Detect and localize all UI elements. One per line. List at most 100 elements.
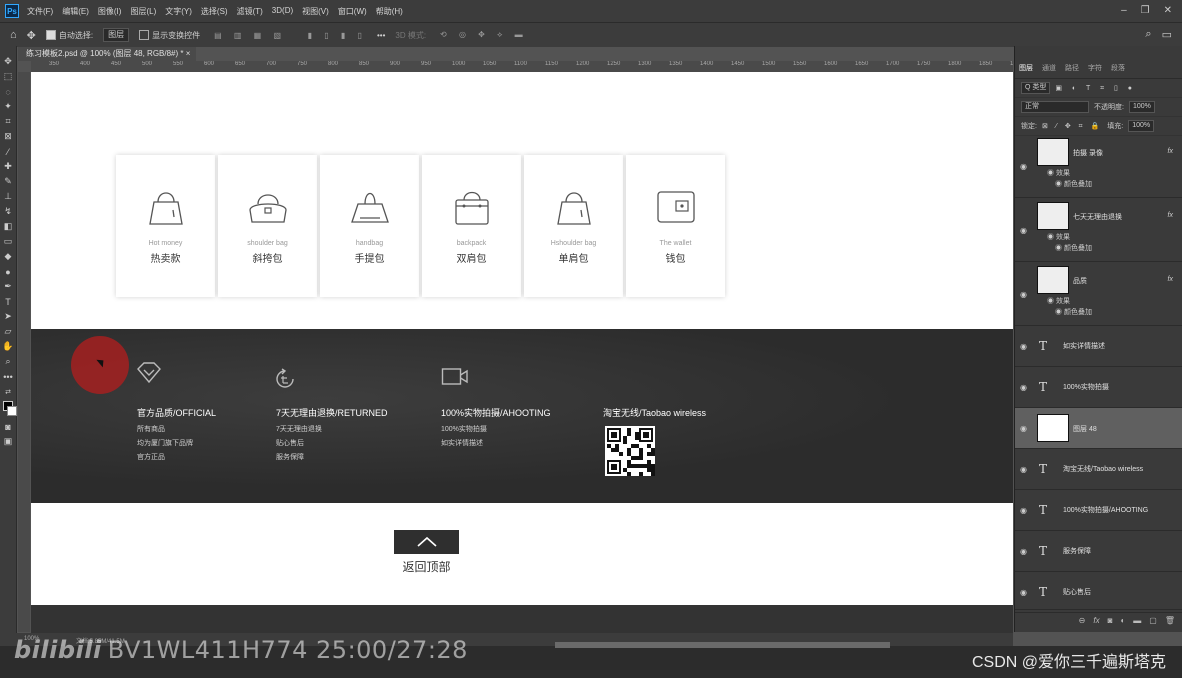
menu-item[interactable]: 3D(D)	[272, 6, 293, 17]
stamp-tool-icon[interactable]: ⊥	[0, 189, 16, 204]
frame-tool-icon[interactable]: ⊠	[0, 129, 16, 144]
visibility-eye-icon[interactable]: ◉	[1020, 424, 1027, 433]
visibility-eye-icon[interactable]: ◉	[1020, 342, 1027, 351]
layer-filter-dropdown[interactable]: Q 类型	[1021, 82, 1051, 94]
category-card[interactable]: shoulder bag 斜挎包	[218, 155, 317, 297]
quick-mask-icon[interactable]: ◙	[0, 419, 16, 434]
text-layer-row[interactable]: ◉ T 100%实物拍摄	[1015, 367, 1182, 408]
menu-item[interactable]: 窗口(W)	[338, 6, 367, 17]
effects-sublayer[interactable]: ◉ 效果	[1015, 168, 1182, 179]
pen-tool-icon[interactable]: ✒	[0, 279, 16, 294]
layer-name[interactable]: 100%实物拍摄	[1063, 382, 1109, 392]
magic-wand-icon[interactable]: ✦	[0, 99, 16, 114]
text-layer-row[interactable]: ◉ T 如实详情描述	[1015, 326, 1182, 367]
delete-layer-icon[interactable]: 🗑	[1165, 616, 1175, 625]
panel-tab[interactable]: 通道	[1042, 63, 1056, 73]
category-card[interactable]: Hshoulder bag 单肩包	[524, 155, 623, 297]
eyedropper-icon[interactable]: ⁄	[0, 144, 16, 159]
layer-name[interactable]: 贴心售后	[1063, 587, 1091, 597]
move-tool-icon[interactable]: ✥	[0, 54, 16, 69]
layer-name[interactable]: 100%实物拍摄/AHOOTING	[1063, 505, 1148, 515]
new-layer-icon[interactable]: ▢	[1149, 616, 1157, 625]
layer-name[interactable]: 拍摄 录像	[1073, 148, 1103, 158]
more-tools-icon[interactable]: •••	[0, 369, 16, 384]
visibility-eye-icon[interactable]: ◉	[1020, 465, 1027, 474]
search-icon[interactable]: ⌕	[1145, 28, 1151, 41]
close-icon[interactable]: ✕	[1164, 5, 1172, 16]
tab-close-icon[interactable]: ×	[186, 49, 191, 58]
workspace-icon[interactable]: ▭	[1162, 28, 1172, 41]
more-options-icon[interactable]: •••	[377, 31, 385, 40]
image-layer-row[interactable]: ◉ 品质 fx ◉ 效果 ◉ 颜色叠加	[1015, 262, 1182, 326]
move-tool-icon[interactable]: ✥	[27, 29, 36, 42]
effects-sublayer[interactable]: ◉ 效果	[1015, 232, 1182, 243]
blend-mode-dropdown[interactable]: 正常	[1021, 101, 1089, 113]
menu-item[interactable]: 编辑(E)	[62, 6, 89, 17]
shape-tool-icon[interactable]: ▱	[0, 324, 16, 339]
image-layer-row[interactable]: ◉ 图层 48	[1015, 408, 1182, 449]
layer-name[interactable]: 七天无理由退换	[1073, 212, 1122, 222]
minimize-icon[interactable]: –	[1121, 5, 1127, 16]
screen-mode-icon[interactable]: ▣	[0, 434, 16, 449]
menu-item[interactable]: 视图(V)	[302, 6, 329, 17]
visibility-eye-icon[interactable]: ◉	[1020, 588, 1027, 597]
opacity-input[interactable]: 100%	[1128, 101, 1155, 113]
category-card[interactable]: handbag 手提包	[320, 155, 419, 297]
background-color[interactable]	[7, 406, 17, 416]
fill-input[interactable]: 100%	[1128, 120, 1155, 132]
layer-name[interactable]: 图层 48	[1073, 424, 1097, 434]
layer-fx-indicator[interactable]: fx	[1168, 276, 1173, 283]
restore-icon[interactable]: ❐	[1141, 5, 1150, 16]
menu-item[interactable]: 选择(S)	[201, 6, 228, 17]
panel-tab[interactable]: 字符	[1088, 63, 1102, 73]
image-layer-row[interactable]: ◉ 七天无理由退换 fx ◉ 效果 ◉ 颜色叠加	[1015, 198, 1182, 262]
default-colors-icon[interactable]: ⇄	[0, 384, 16, 399]
category-card[interactable]: backpack 双肩包	[422, 155, 521, 297]
effects-sublayer[interactable]: ◉ 效果	[1015, 296, 1182, 307]
text-layer-row[interactable]: ◉ T 100%实物拍摄/AHOOTING	[1015, 490, 1182, 531]
show-transform-checkbox[interactable]: 显示变换控件	[139, 30, 200, 41]
category-card[interactable]: The wallet 钱包	[626, 155, 725, 297]
add-style-icon[interactable]: fx	[1093, 616, 1099, 625]
canvas[interactable]: Hot money 热卖款 shoulder bag 斜挎包 handbag 手提包 bac…	[31, 72, 1013, 605]
back-to-top-button[interactable]	[394, 530, 459, 554]
category-card[interactable]: Hot money 热卖款	[116, 155, 215, 297]
crop-tool-icon[interactable]: ⌗	[0, 114, 16, 129]
filter-icons[interactable]: ▣ ◐ T ⌗ ▯ ●	[1055, 84, 1136, 93]
auto-select-checkbox[interactable]: 自动选择:	[45, 30, 93, 41]
dodge-tool-icon[interactable]: ●	[0, 264, 16, 279]
adjustment-layer-icon[interactable]: ◐	[1120, 616, 1125, 625]
menu-item[interactable]: 帮助(H)	[376, 6, 403, 17]
eraser-tool-icon[interactable]: ◧	[0, 219, 16, 234]
menu-item[interactable]: 文件(F)	[27, 6, 53, 17]
layer-name[interactable]: 品质	[1073, 276, 1087, 286]
blur-tool-icon[interactable]: ◆	[0, 249, 16, 264]
new-group-icon[interactable]: ▬	[1133, 616, 1141, 625]
marquee-tool-icon[interactable]: ⬚	[0, 69, 16, 84]
home-icon[interactable]: ⌂	[10, 29, 17, 41]
brush-tool-icon[interactable]: ✎	[0, 174, 16, 189]
lasso-tool-icon[interactable]: ◌	[0, 84, 16, 99]
link-layers-icon[interactable]: ⊖	[1079, 616, 1086, 625]
layer-name[interactable]: 淘宝无线/Taobao wireless	[1063, 464, 1143, 474]
hand-tool-icon[interactable]: ✋	[0, 339, 16, 354]
align-icons[interactable]: ▤ ▥ ▦ ▧ ▮ ▯ ▮ ▯	[214, 31, 367, 40]
layer-name[interactable]: 服务保障	[1063, 546, 1091, 556]
image-layer-row[interactable]: ◉ 拍摄 录像 fx ◉ 效果 ◉ 颜色叠加	[1015, 134, 1182, 198]
checkbox-unchecked[interactable]	[139, 30, 150, 40]
visibility-eye-icon[interactable]: ◉	[1020, 547, 1027, 556]
checkbox-checked[interactable]	[45, 30, 56, 40]
layer-fx-indicator[interactable]: fx	[1168, 212, 1173, 219]
text-layer-row[interactable]: ◉ T 贴心售后	[1015, 572, 1182, 613]
horizontal-scrollbar-thumb[interactable]	[555, 642, 890, 648]
panel-tab[interactable]: 路径	[1065, 63, 1079, 73]
gradient-tool-icon[interactable]: ▭	[0, 234, 16, 249]
visibility-eye-icon[interactable]: ◉	[1020, 506, 1027, 515]
menu-item[interactable]: 图层(L)	[130, 6, 156, 17]
type-tool-icon[interactable]: T	[0, 294, 16, 309]
3d-tools-icons[interactable]: ⟲ ◎ ✥ ⟡ ▬	[440, 30, 528, 40]
color-overlay-sublayer[interactable]: ◉ 颜色叠加	[1015, 243, 1182, 254]
lock-icons[interactable]: ⊠ ⁄ ✥ ⌗ 🔒	[1042, 122, 1102, 131]
menu-item[interactable]: 图像(I)	[98, 6, 122, 17]
color-overlay-sublayer[interactable]: ◉ 颜色叠加	[1015, 307, 1182, 318]
